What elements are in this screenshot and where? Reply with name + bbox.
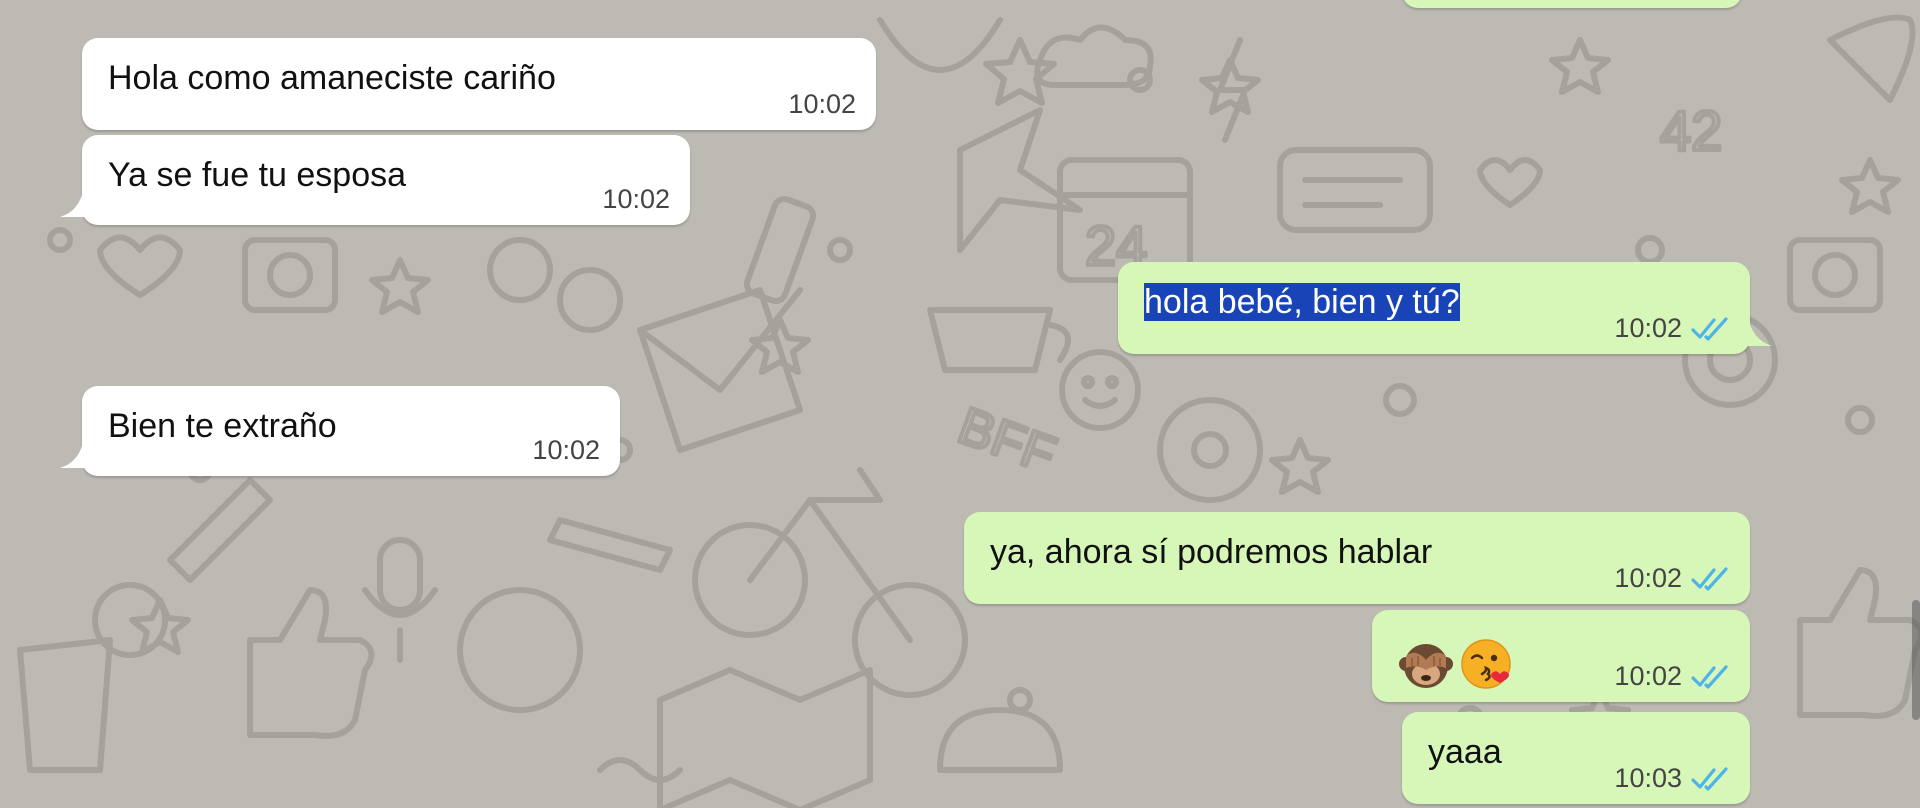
- double-check-read-icon: [1691, 766, 1728, 791]
- bubble-tail: [1742, 316, 1772, 346]
- message-timestamp: 10:03: [1614, 763, 1682, 793]
- face-blowing-a-kiss-icon: [1461, 639, 1511, 689]
- outgoing-message-bubble[interactable]: yaaa 10:03: [1402, 712, 1750, 804]
- message-text: hola bebé, bien y tú?: [1144, 282, 1460, 322]
- message-timestamp: 10:02: [532, 435, 600, 465]
- message-text: ya, ahora sí podremos hablar: [990, 533, 1433, 571]
- bubble-tail: [60, 438, 90, 468]
- outgoing-message-bubble[interactable]: ya, ahora sí podremos hablar 10:02: [964, 512, 1750, 604]
- incoming-message-bubble[interactable]: Bien te extraño 10:02: [60, 386, 620, 476]
- previous-message-bubble[interactable]: [1402, 0, 1742, 8]
- selected-text-highlight[interactable]: hola bebé, bien y tú?: [1144, 283, 1460, 321]
- incoming-message-bubble[interactable]: Hola como amaneciste cariño 10:02: [82, 38, 876, 130]
- outgoing-message-bubble[interactable]: hola bebé, bien y tú? 10:02: [1118, 262, 1772, 354]
- message-text: yaaa: [1428, 733, 1502, 771]
- chat-message-list: Hola como amaneciste cariño 10:02 Ya se …: [0, 0, 1920, 808]
- double-check-read-icon: [1691, 566, 1728, 591]
- message-timestamp: 10:02: [602, 184, 670, 214]
- chat-scrollbar[interactable]: [1912, 600, 1920, 720]
- outgoing-message-bubble[interactable]: 10:02: [1372, 610, 1750, 702]
- double-check-read-icon: [1691, 316, 1728, 341]
- message-timestamp: 10:02: [788, 89, 856, 119]
- bubble-tail: [60, 187, 90, 217]
- emoji-row: [1398, 636, 1514, 692]
- message-text: Hola como amaneciste cariño: [108, 59, 556, 97]
- message-timestamp: 10:02: [1614, 563, 1682, 593]
- see-no-evil-monkey-icon: [1399, 644, 1453, 688]
- message-text: Ya se fue tu esposa: [108, 156, 407, 194]
- double-check-read-icon: [1691, 664, 1728, 689]
- incoming-message-bubble[interactable]: Ya se fue tu esposa 10:02: [60, 135, 690, 225]
- message-timestamp: 10:02: [1614, 313, 1682, 343]
- message-timestamp: 10:02: [1614, 661, 1682, 691]
- message-text: Bien te extraño: [108, 407, 337, 445]
